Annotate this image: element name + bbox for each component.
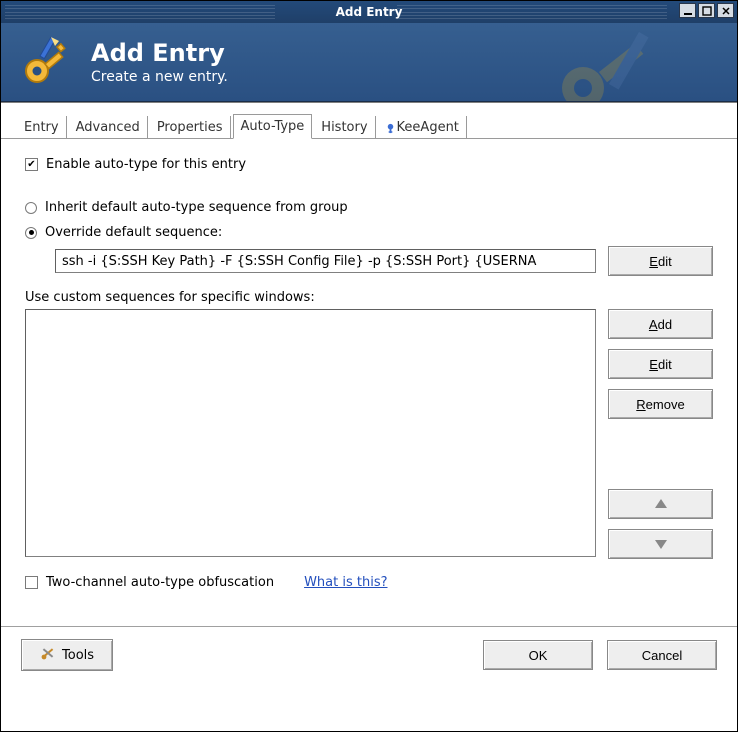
custom-sequences-listbox[interactable] [25,309,596,557]
obfuscation-checkbox[interactable] [25,576,38,589]
tab-content-auto-type: Enable auto-type for this entry Inherit … [1,139,737,608]
window-titlebar: Add Entry [1,1,737,23]
add-button[interactable]: Add [608,309,713,339]
sequence-input[interactable] [55,249,596,273]
maximize-button[interactable] [698,3,715,18]
tools-icon [40,645,56,665]
key-icon-watermark [527,28,707,101]
dialog-title: Add Entry [91,39,228,67]
inherit-radio-label: Inherit default auto-type sequence from … [45,200,348,215]
window-title: Add Entry [336,5,403,19]
override-radio[interactable] [25,227,37,239]
tab-bar: Entry Advanced Properties Auto-Type Hist… [1,103,737,139]
dialog-subtitle: Create a new entry. [91,69,228,85]
dialog-footer: Tools OK Cancel [1,639,737,685]
tab-history[interactable]: History [314,116,375,139]
tab-entry[interactable]: Entry [17,116,67,139]
what-is-this-link[interactable]: What is this? [304,575,387,590]
custom-sequences-label: Use custom sequences for specific window… [25,290,713,305]
key-icon [21,37,71,87]
obfuscation-label: Two-channel auto-type obfuscation [46,575,274,590]
enable-auto-type-checkbox[interactable] [25,158,38,171]
close-button[interactable] [717,3,734,18]
move-down-button[interactable] [608,529,713,559]
inherit-radio[interactable] [25,202,37,214]
keeagent-icon [385,123,395,133]
edit-sequence-button[interactable]: EEditdit [608,246,713,276]
minimize-button[interactable] [679,3,696,18]
tools-button[interactable]: Tools [21,639,113,671]
tab-keeagent-label: KeeAgent [397,120,459,135]
edit-button[interactable]: Edit [608,349,713,379]
enable-auto-type-label: Enable auto-type for this entry [46,157,246,172]
tab-keeagent[interactable]: KeeAgent [378,116,467,139]
ok-button[interactable]: OK [483,640,593,670]
tab-auto-type[interactable]: Auto-Type [233,114,313,139]
tab-properties[interactable]: Properties [150,116,231,139]
cancel-button[interactable]: Cancel [607,640,717,670]
remove-button[interactable]: Remove [608,389,713,419]
override-radio-label: Override default sequence: [45,225,222,240]
move-up-button[interactable] [608,489,713,519]
dialog-header: Add Entry Create a new entry. [1,23,737,101]
tab-advanced[interactable]: Advanced [69,116,148,139]
